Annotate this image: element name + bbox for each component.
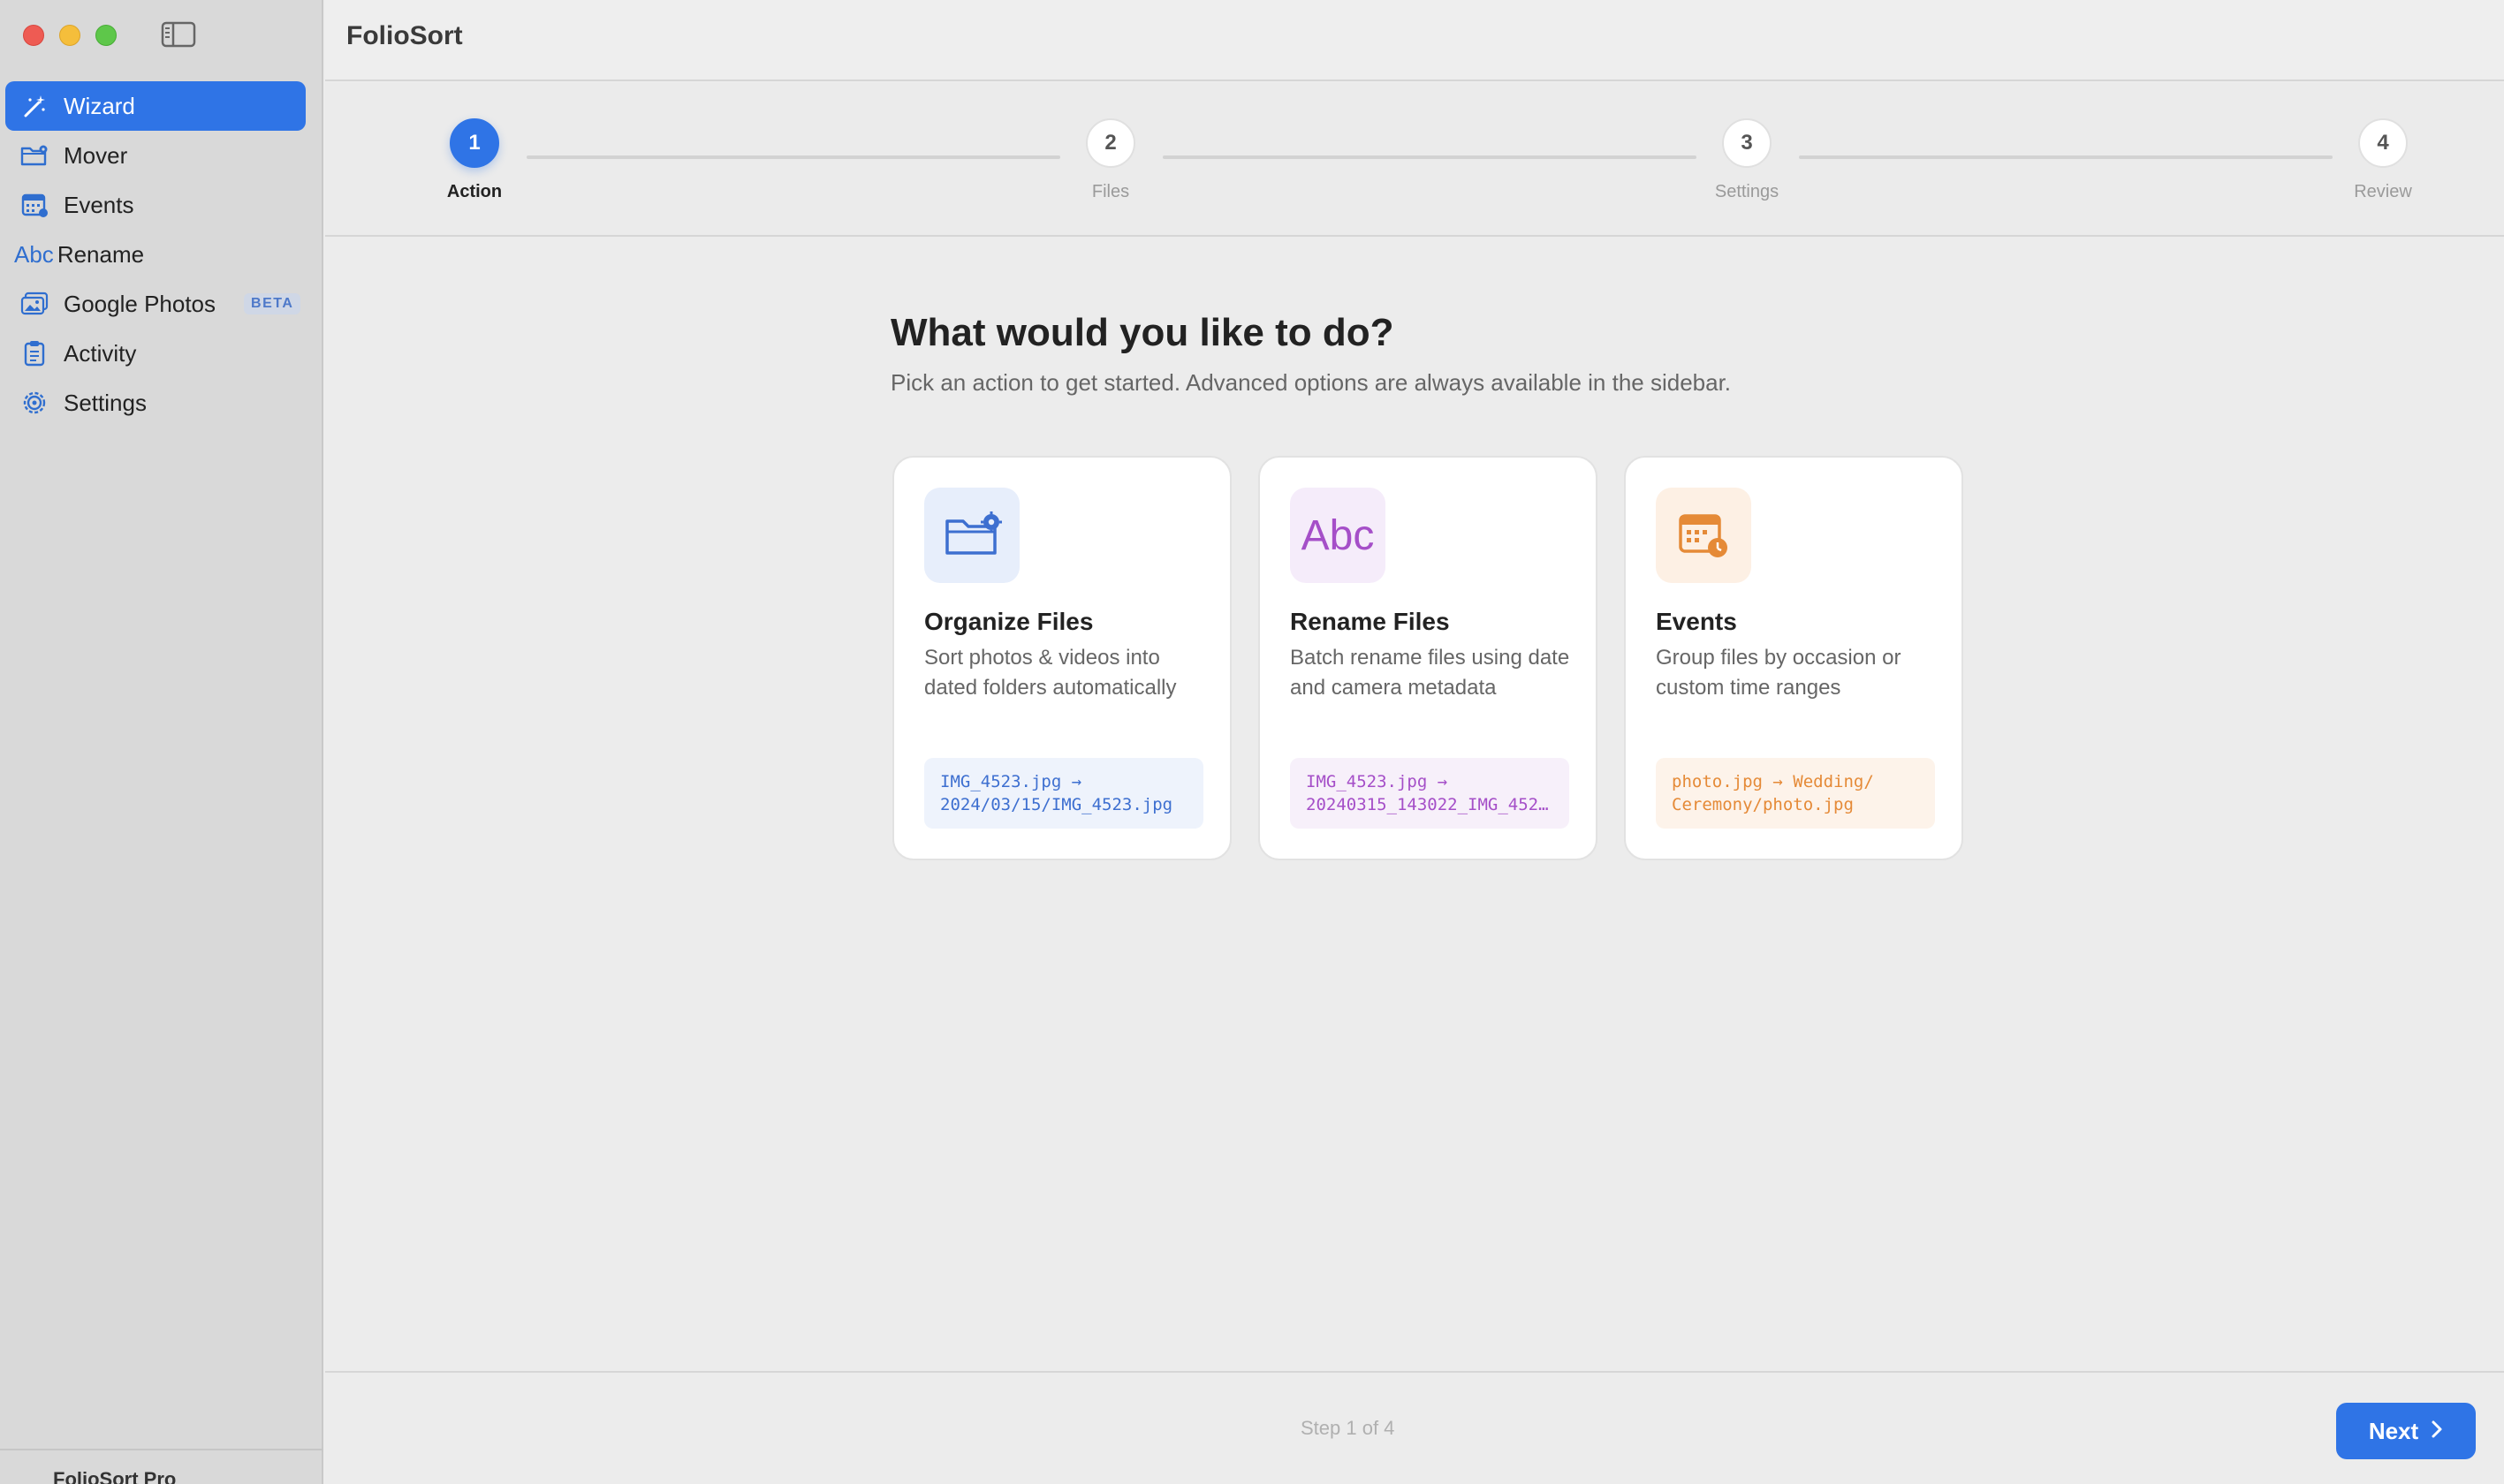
clipboard-icon bbox=[19, 338, 49, 368]
card-example: IMG_4523.jpg → 2024/03/15/IMG_4523.jpg bbox=[924, 758, 1203, 829]
title-bar: FolioSort bbox=[325, 0, 2504, 81]
app-title: FolioSort bbox=[346, 21, 463, 50]
abc-icon: Abc bbox=[1290, 488, 1385, 583]
example-source: IMG_4523.jpg → bbox=[1306, 772, 1448, 791]
sidebar-item-label: Google Photos bbox=[64, 290, 216, 317]
calendar-icon bbox=[19, 190, 49, 220]
card-title: Rename Files bbox=[1290, 608, 1450, 635]
sidebar-item-label: Mover bbox=[64, 141, 128, 169]
organize-files-card[interactable]: Organize Files Sort photos & videos into… bbox=[892, 456, 1232, 860]
plan-label: FolioSort Pro bbox=[53, 1468, 177, 1484]
step-label: Action bbox=[446, 182, 503, 201]
chevron-right-icon bbox=[2431, 1418, 2443, 1445]
abc-icon-text: Abc bbox=[1301, 511, 1375, 559]
sidebar-item-label: Wizard bbox=[64, 92, 135, 119]
sidebar-item-events[interactable]: Events bbox=[5, 180, 306, 230]
zoom-window-button[interactable] bbox=[95, 25, 117, 46]
example-target: 20240315_143022_IMG_4523.jpg bbox=[1306, 795, 1553, 814]
sidebar-item-label: Events bbox=[64, 191, 134, 218]
example-source: photo.jpg → Wedding/ bbox=[1672, 772, 1874, 791]
next-button-label: Next bbox=[2368, 1417, 2419, 1444]
rename-files-card[interactable]: Abc Rename Files Batch rename files usin… bbox=[1258, 456, 1597, 860]
example-target: Ceremony/photo.jpg bbox=[1672, 795, 1854, 814]
wizard-stepper: 1 Action 2 Files 3 Settings 4 Review bbox=[325, 83, 2504, 237]
folder-gear-icon bbox=[924, 488, 1020, 583]
step-number: 2 bbox=[1086, 118, 1135, 168]
step-action[interactable]: 1 Action bbox=[421, 118, 527, 202]
window-controls bbox=[23, 25, 117, 46]
page-title: What would you like to do? bbox=[891, 311, 1394, 354]
sidebar-toggle-icon[interactable] bbox=[161, 21, 196, 48]
example-target: 2024/03/15/IMG_4523.jpg bbox=[940, 795, 1173, 814]
sidebar-footer: FolioSort Pro bbox=[0, 1449, 323, 1484]
sidebar-item-label: Rename bbox=[57, 240, 145, 268]
sidebar-item-wizard[interactable]: Wizard bbox=[5, 81, 306, 131]
events-card[interactable]: Events Group files by occasion or custom… bbox=[1624, 456, 1963, 860]
step-files[interactable]: 2 Files bbox=[1058, 118, 1164, 202]
step-review[interactable]: 4 Review bbox=[2330, 118, 2436, 202]
example-source: IMG_4523.jpg → bbox=[940, 772, 1082, 791]
abc-icon: Abc bbox=[14, 240, 54, 268]
step-connector bbox=[527, 155, 1060, 159]
sidebar-item-label: Settings bbox=[64, 389, 147, 416]
sidebar-item-mover[interactable]: Mover bbox=[5, 131, 306, 180]
sidebar-nav: Wizard Mover Events Abc Rename Google Ph… bbox=[5, 81, 306, 428]
step-number: 3 bbox=[1722, 118, 1772, 168]
card-example: photo.jpg → Wedding/ Ceremony/photo.jpg bbox=[1656, 758, 1935, 829]
sidebar: Wizard Mover Events Abc Rename Google Ph… bbox=[0, 0, 323, 1484]
sidebar-item-rename[interactable]: Abc Rename bbox=[5, 230, 306, 279]
gear-icon bbox=[19, 388, 49, 418]
card-description: Sort photos & videos into dated folders … bbox=[924, 646, 1177, 700]
card-example: IMG_4523.jpg → 20240315_143022_IMG_4523.… bbox=[1290, 758, 1569, 829]
card-title: Organize Files bbox=[924, 608, 1094, 635]
wizard-footer: Step 1 of 4 Next bbox=[325, 1371, 2504, 1484]
step-connector bbox=[1163, 155, 1696, 159]
step-number: 1 bbox=[450, 118, 499, 168]
step-settings[interactable]: 3 Settings bbox=[1694, 118, 1800, 202]
sidebar-item-settings[interactable]: Settings bbox=[5, 378, 306, 428]
card-description: Group files by occasion or custom time r… bbox=[1656, 646, 1901, 700]
step-label: Files bbox=[1091, 182, 1130, 201]
sidebar-item-label: Activity bbox=[64, 339, 137, 367]
beta-badge: BETA bbox=[244, 293, 301, 314]
step-label: Settings bbox=[1714, 182, 1779, 201]
page-subtitle: Pick an action to get started. Advanced … bbox=[891, 369, 1732, 396]
next-button[interactable]: Next bbox=[2336, 1403, 2476, 1459]
close-window-button[interactable] bbox=[23, 25, 44, 46]
step-number: 4 bbox=[2358, 118, 2408, 168]
card-description: Batch rename files using date and camera… bbox=[1290, 646, 1570, 700]
calendar-clock-icon bbox=[1656, 488, 1751, 583]
step-counter: Step 1 of 4 bbox=[1301, 1417, 1395, 1439]
step-connector bbox=[1799, 155, 2333, 159]
minimize-window-button[interactable] bbox=[59, 25, 80, 46]
sidebar-item-google-photos[interactable]: Google Photos BETA bbox=[5, 279, 306, 329]
main-content: What would you like to do? Pick an actio… bbox=[325, 238, 2504, 1371]
card-title: Events bbox=[1656, 608, 1737, 635]
sidebar-item-activity[interactable]: Activity bbox=[5, 329, 306, 378]
wand-icon bbox=[19, 91, 49, 121]
folder-gear-icon bbox=[19, 140, 49, 170]
photos-icon bbox=[19, 289, 49, 319]
step-label: Review bbox=[2354, 182, 2412, 201]
